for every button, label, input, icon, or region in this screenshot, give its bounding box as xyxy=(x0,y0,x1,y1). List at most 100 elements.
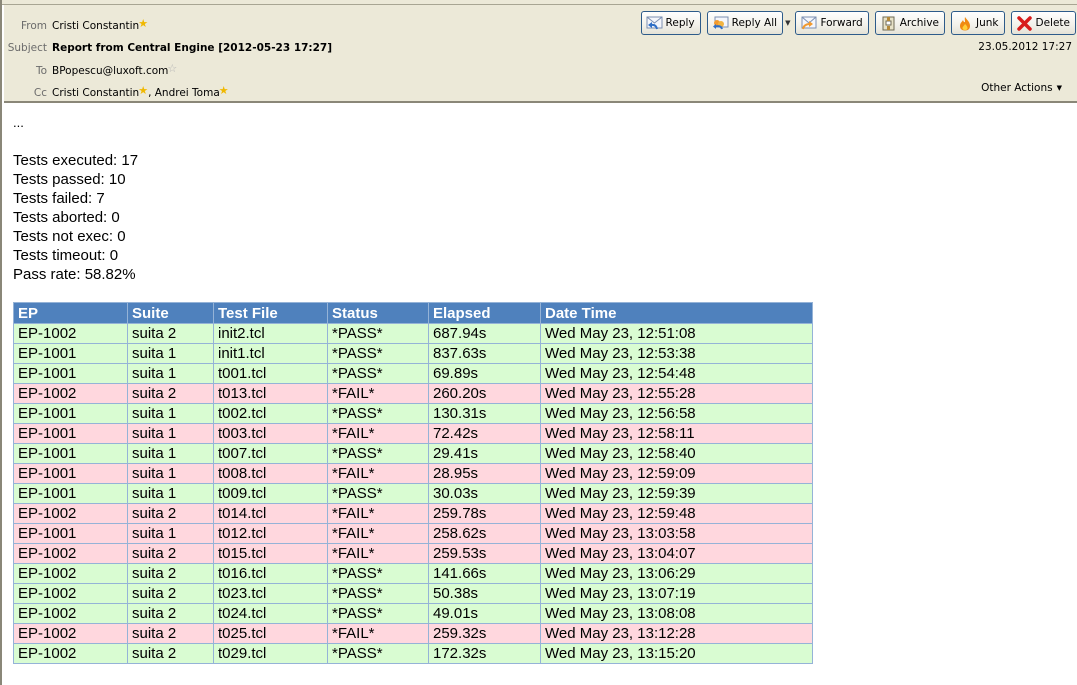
junk-button[interactable]: Junk xyxy=(951,11,1005,35)
subject-label: Subject xyxy=(7,42,47,54)
from-value[interactable]: Cristi Constantin xyxy=(52,18,139,34)
cell-elapsed: 72.42s xyxy=(428,423,541,444)
cell-elapsed: 49.01s xyxy=(428,603,541,624)
cell-suite: suita 1 xyxy=(127,423,214,444)
cell-status: *PASS* xyxy=(327,603,429,624)
cell-status: *PASS* xyxy=(327,643,429,664)
cell-test-file: t007.tcl xyxy=(213,443,328,464)
cell-date-time: Wed May 23, 12:59:48 xyxy=(540,503,813,524)
cell-suite: suita 2 xyxy=(127,563,214,584)
cell-ep: EP-1002 xyxy=(13,603,128,624)
other-actions-menu[interactable]: Other Actions ▼ xyxy=(981,82,1062,94)
cell-elapsed: 259.53s xyxy=(428,543,541,564)
cell-test-file: init1.tcl xyxy=(213,343,328,364)
from-row: From Cristi Constantin★ xyxy=(4,18,148,34)
cell-suite: suita 2 xyxy=(127,603,214,624)
stat-failed: Tests failed: 7 xyxy=(13,190,105,207)
cell-test-file: t001.tcl xyxy=(213,363,328,384)
cell-suite: suita 2 xyxy=(127,643,214,664)
reply-all-icon xyxy=(712,16,729,31)
cc-row: Cc Cristi Constantin★, Andrei Toma★ xyxy=(4,85,229,101)
column-header-ep: EP xyxy=(13,302,128,324)
reply-all-dropdown-icon[interactable]: ▼ xyxy=(785,19,790,27)
chevron-down-icon: ▼ xyxy=(1056,84,1062,92)
cell-test-file: t024.tcl xyxy=(213,603,328,624)
column-header-date-time: Date Time xyxy=(540,302,813,324)
delete-button[interactable]: Delete xyxy=(1010,11,1076,35)
stat-not-exec: Tests not exec: 0 xyxy=(13,228,126,245)
junk-label: Junk xyxy=(976,17,999,29)
table-row: EP-1002 suita 2 t023.tcl *PASS* 50.38s Wed Ma… xyxy=(13,583,813,604)
table-row: EP-1001 suita 1 init1.tcl *PASS* 837.63s Wed … xyxy=(13,343,813,364)
forward-button[interactable]: Forward xyxy=(795,11,869,35)
cell-suite: suita 2 xyxy=(127,623,214,644)
cell-ep: EP-1002 xyxy=(13,563,128,584)
cell-test-file: t025.tcl xyxy=(213,623,328,644)
message-window: From Cristi Constantin★ Subject Report fro… xyxy=(0,0,1077,685)
subject-value: Report from Central Engine [2012-05-23 1… xyxy=(52,42,333,54)
cell-elapsed: 258.62s xyxy=(428,523,541,544)
table-row: EP-1002 suita 2 t024.tcl *PASS* 49.01s Wed Ma… xyxy=(13,603,813,624)
cell-test-file: t015.tcl xyxy=(213,543,328,564)
cell-elapsed: 687.94s xyxy=(428,323,541,344)
table-header-row: EP Suite Test File Status Elapsed Date T… xyxy=(13,302,813,324)
cell-ep: EP-1001 xyxy=(13,523,128,544)
other-actions-label: Other Actions xyxy=(981,82,1053,94)
archive-button[interactable]: Archive xyxy=(874,11,945,35)
cell-date-time: Wed May 23, 12:54:48 xyxy=(540,363,813,384)
cell-test-file: t003.tcl xyxy=(213,423,328,444)
cell-suite: suita 2 xyxy=(127,543,214,564)
cell-status: *FAIL* xyxy=(327,423,429,444)
star-icon[interactable]: ★ xyxy=(138,18,148,30)
message-date: 23.05.2012 17:27 xyxy=(978,41,1072,53)
cell-date-time: Wed May 23, 12:59:09 xyxy=(540,463,813,484)
table-row: EP-1001 suita 1 t008.tcl *FAIL* 28.95s Wed Ma… xyxy=(13,463,813,484)
cell-elapsed: 30.03s xyxy=(428,483,541,504)
cell-date-time: Wed May 23, 12:56:58 xyxy=(540,403,813,424)
archive-label: Archive xyxy=(899,17,939,29)
cell-elapsed: 130.31s xyxy=(428,403,541,424)
cell-date-time: Wed May 23, 13:07:19 xyxy=(540,583,813,604)
cell-ep: EP-1001 xyxy=(13,443,128,464)
star-outline-icon[interactable]: ☆ xyxy=(167,63,177,75)
cell-test-file: init2.tcl xyxy=(213,323,328,344)
cell-elapsed: 50.38s xyxy=(428,583,541,604)
cc-value-1[interactable]: Cristi Constantin xyxy=(52,85,139,101)
cell-ep: EP-1001 xyxy=(13,463,128,484)
cell-status: *FAIL* xyxy=(327,383,429,404)
cell-ep: EP-1001 xyxy=(13,423,128,444)
reply-all-button[interactable]: Reply All xyxy=(706,11,784,35)
cell-test-file: t013.tcl xyxy=(213,383,328,404)
cell-test-file: t002.tcl xyxy=(213,403,328,424)
to-value[interactable]: BPopescu@luxoft.com xyxy=(52,63,168,79)
star-icon[interactable]: ★ xyxy=(138,85,148,97)
cell-suite: suita 1 xyxy=(127,463,214,484)
cell-test-file: t012.tcl xyxy=(213,523,328,544)
reply-all-label: Reply All xyxy=(731,17,778,29)
cell-ep: EP-1002 xyxy=(13,623,128,644)
reply-button[interactable]: Reply xyxy=(640,11,701,35)
cell-status: *FAIL* xyxy=(327,463,429,484)
body-ellipsis: ... xyxy=(13,115,24,130)
table-row: EP-1002 suita 2 t025.tcl *FAIL* 259.32s Wed M… xyxy=(13,623,813,644)
cell-ep: EP-1002 xyxy=(13,543,128,564)
table-row: EP-1002 suita 2 t013.tcl *FAIL* 260.20s Wed M… xyxy=(13,383,813,404)
star-icon[interactable]: ★ xyxy=(219,85,229,97)
cell-status: *FAIL* xyxy=(327,503,429,524)
stat-timeout: Tests timeout: 0 xyxy=(13,247,119,264)
table-row: EP-1002 suita 2 init2.tcl *PASS* 687.94s Wed … xyxy=(13,323,813,344)
cell-elapsed: 28.95s xyxy=(428,463,541,484)
table-row: EP-1001 suita 1 t002.tcl *PASS* 130.31s Wed M… xyxy=(13,403,813,424)
cell-elapsed: 69.89s xyxy=(428,363,541,384)
cell-ep: EP-1002 xyxy=(13,643,128,664)
table-row: EP-1002 suita 2 t015.tcl *FAIL* 259.53s Wed M… xyxy=(13,543,813,564)
table-row: EP-1002 suita 2 t029.tcl *PASS* 172.32s Wed M… xyxy=(13,643,813,664)
cc-separator: , xyxy=(148,87,155,99)
message-body: ... Tests executed: 17 Tests passed: 10 … xyxy=(13,113,138,284)
delete-label: Delete xyxy=(1035,17,1071,29)
reply-icon xyxy=(646,16,663,31)
column-header-test-file: Test File xyxy=(213,302,328,324)
cell-test-file: t029.tcl xyxy=(213,643,328,664)
cc-value-2[interactable]: Andrei Toma xyxy=(155,85,220,101)
cell-status: *PASS* xyxy=(327,343,429,364)
